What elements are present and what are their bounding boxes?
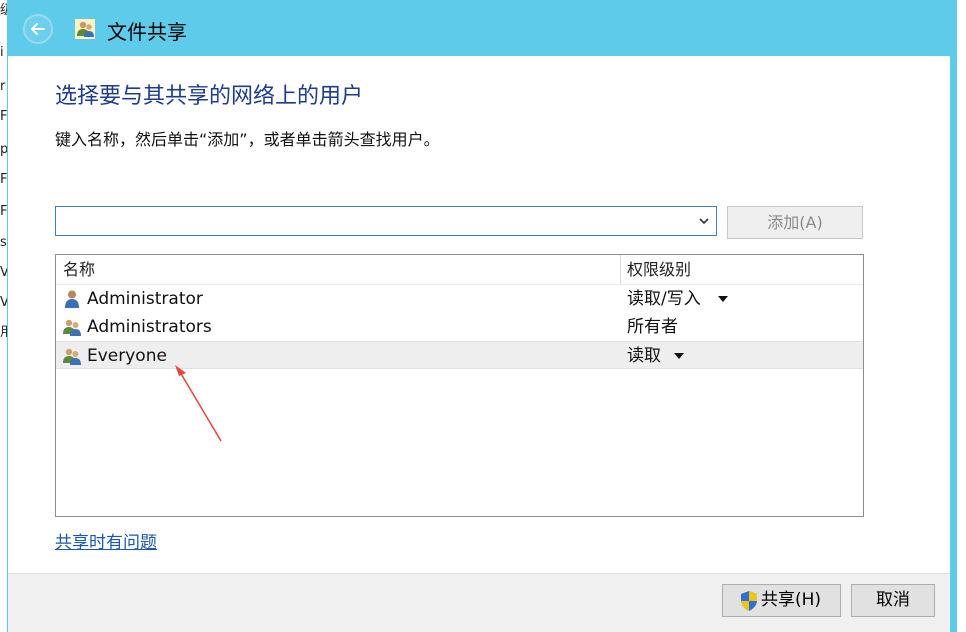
title-bar: 文件共享: [7, 0, 957, 56]
instruction-text: 键入名称，然后单击“添加”，或者单击箭头查找用户。: [55, 130, 440, 149]
add-button[interactable]: 添加(A): [727, 206, 863, 239]
back-button[interactable]: [23, 14, 53, 44]
background-char: V: [0, 295, 7, 310]
permission-level: 所有者: [627, 317, 678, 337]
permission-level[interactable]: 读取: [627, 342, 661, 370]
share-button-label: 共享(H): [761, 590, 822, 610]
permission-level[interactable]: 读取/写入: [627, 285, 701, 313]
list-row-everyone[interactable]: Everyone 读取: [56, 341, 863, 369]
user-name-combobox[interactable]: [55, 206, 717, 236]
share-button[interactable]: 共享(H): [722, 584, 841, 617]
user-name: Administrators: [87, 317, 212, 337]
background-char: r: [0, 79, 6, 94]
user-name: Everyone: [87, 346, 167, 366]
background-char: F: [0, 204, 7, 219]
dialog-footer: 共享(H) 取消: [8, 573, 950, 632]
dialog-content: 选择要与其共享的网络上的用户 键入名称，然后单击“添加”，或者单击箭头查找用户。…: [8, 56, 950, 573]
chevron-down-icon[interactable]: [698, 215, 710, 227]
user-permission-list: 名称 权限级别 Administrator 读取/写入 Administrato…: [55, 254, 864, 517]
sharing-help-link[interactable]: 共享时有问题: [55, 528, 157, 553]
column-divider[interactable]: [620, 255, 621, 284]
list-row-administrator[interactable]: Administrator 读取/写入: [56, 285, 863, 313]
single-user-icon: [65, 290, 79, 308]
user-group-icon: [75, 19, 95, 39]
column-header-permission[interactable]: 权限级别: [627, 255, 691, 284]
back-arrow-icon: [31, 23, 45, 35]
background-char: 级: [0, 3, 7, 18]
column-header-name[interactable]: 名称: [63, 255, 95, 284]
user-group-icon: [63, 319, 81, 336]
dropdown-arrow-icon[interactable]: [718, 296, 728, 302]
background-char: F: [0, 109, 7, 124]
user-name: Administrator: [87, 289, 203, 309]
background-char: s: [0, 235, 7, 250]
cancel-button[interactable]: 取消: [851, 584, 935, 617]
uac-shield-icon: [741, 591, 757, 611]
background-char: i: [0, 45, 4, 60]
background-char: p: [0, 142, 7, 157]
background-char: 用: [0, 325, 7, 340]
list-header: 名称 权限级别: [56, 255, 863, 284]
list-row-administrators[interactable]: Administrators 所有者: [56, 313, 863, 341]
background-char: F: [0, 172, 7, 187]
dropdown-arrow-icon[interactable]: [674, 353, 684, 359]
file-sharing-dialog: 文件共享 选择要与其共享的网络上的用户 键入名称，然后单击“添加”，或者单击箭头…: [7, 0, 957, 632]
background-char: V: [0, 265, 7, 280]
background-window-edge: 级 i r F p F F s V V 用: [0, 0, 7, 632]
user-group-icon: [63, 348, 81, 365]
page-heading: 选择要与其共享的网络上的用户: [55, 84, 364, 109]
window-title: 文件共享: [107, 20, 187, 44]
